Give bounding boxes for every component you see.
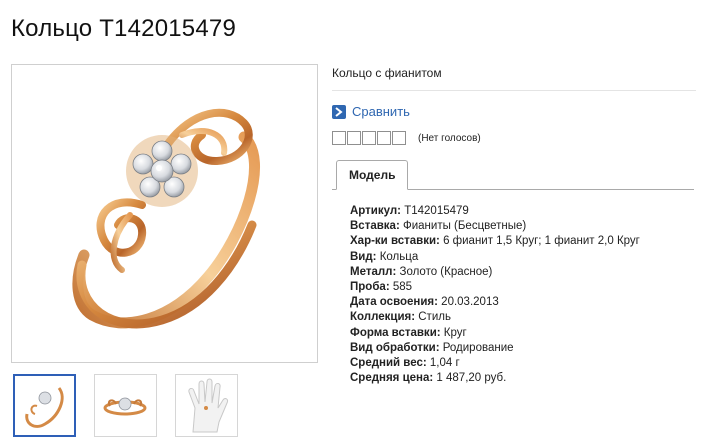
spec-row: Вид: Кольца <box>350 250 696 265</box>
thumbnail-gallery <box>13 374 238 437</box>
spec-key: Вид обработки: <box>350 341 440 354</box>
spec-row: Проба: 585 <box>350 280 696 295</box>
ring-thumbnail-icon <box>25 387 64 428</box>
spec-row: Хар-ки вставки: 6 фианит 1,5 Круг; 1 фиа… <box>350 234 696 249</box>
thumbnail-ring-front[interactable] <box>94 374 157 437</box>
spec-value: Кольца <box>376 250 419 263</box>
spec-row: Средняя цена: 1 487,20 руб. <box>350 371 696 386</box>
product-subtitle: Кольцо с фианитом <box>332 62 696 91</box>
rating-widget: (Нет голосов) <box>332 131 696 145</box>
spec-value: 20.03.2013 <box>437 296 499 309</box>
spec-row: Средний вес: 1,04 г <box>350 356 696 371</box>
thumbnail-ring-angle[interactable] <box>13 374 76 437</box>
spec-key: Проба: <box>350 281 390 294</box>
spec-value: Фианиты (Бесцветные) <box>399 220 527 233</box>
product-details-panel: Кольцо с фианитом Сравнить (Нет голосов)… <box>332 62 696 386</box>
spec-key: Дата освоения: <box>350 296 438 309</box>
page-title: Кольцо Т142015479 <box>11 15 236 42</box>
rating-stars <box>332 131 406 145</box>
spec-row: Вид обработки: Родирование <box>350 341 696 356</box>
ring-image <box>72 108 261 329</box>
ring-front-thumbnail-icon <box>103 397 147 416</box>
spec-key: Средний вес: <box>350 357 427 370</box>
spec-row: Вставка: Фианиты (Бесцветные) <box>350 219 696 234</box>
chevron-right-icon <box>332 104 346 119</box>
votes-count: (Нет голосов) <box>418 132 481 144</box>
rating-star[interactable] <box>332 131 346 145</box>
tab-bar: Модель <box>332 160 694 190</box>
rating-star[interactable] <box>362 131 376 145</box>
compare-label: Сравнить <box>352 104 410 119</box>
spec-row: Форма вставки: Круг <box>350 326 696 341</box>
spec-value: 585 <box>389 281 413 294</box>
spec-key: Вид: <box>350 250 377 263</box>
spec-value: Золото (Красное) <box>396 265 493 278</box>
spec-value: 1 487,20 руб. <box>433 372 507 385</box>
spec-row: Артикул: Т142015479 <box>350 204 696 219</box>
spec-row: Металл: Золото (Красное) <box>350 265 696 280</box>
thumbnail-ring-on-hand[interactable] <box>175 374 238 437</box>
rating-star[interactable] <box>347 131 361 145</box>
spec-key: Металл: <box>350 265 397 278</box>
rating-star[interactable] <box>377 131 391 145</box>
spec-row: Коллекция: Стиль <box>350 310 696 325</box>
rating-star[interactable] <box>392 131 406 145</box>
hand-thumbnail-icon <box>188 378 228 433</box>
spec-key: Артикул: <box>350 205 402 217</box>
specs-list: Артикул: Т142015479 Вставка: Фианиты (Бес… <box>350 204 696 386</box>
spec-value: Родирование <box>439 341 514 354</box>
spec-value: Т142015479 <box>401 205 469 217</box>
spec-value: Круг <box>440 326 467 339</box>
spec-key: Коллекция: <box>350 311 416 324</box>
spec-value: 6 фианит 1,5 Круг; 1 фианит 2,0 Круг <box>439 235 640 248</box>
spec-key: Форма вставки: <box>350 326 441 339</box>
spec-key: Хар-ки вставки: <box>350 235 440 248</box>
spec-key: Средняя цена: <box>350 372 434 385</box>
compare-link[interactable]: Сравнить <box>332 104 696 119</box>
spec-value: Стиль <box>415 311 451 324</box>
tab-model[interactable]: Модель <box>336 160 409 190</box>
spec-row: Дата освоения: 20.03.2013 <box>350 295 696 310</box>
spec-value: 1,04 г <box>426 357 460 370</box>
main-product-image[interactable] <box>11 64 318 363</box>
spec-key: Вставка: <box>350 220 400 233</box>
